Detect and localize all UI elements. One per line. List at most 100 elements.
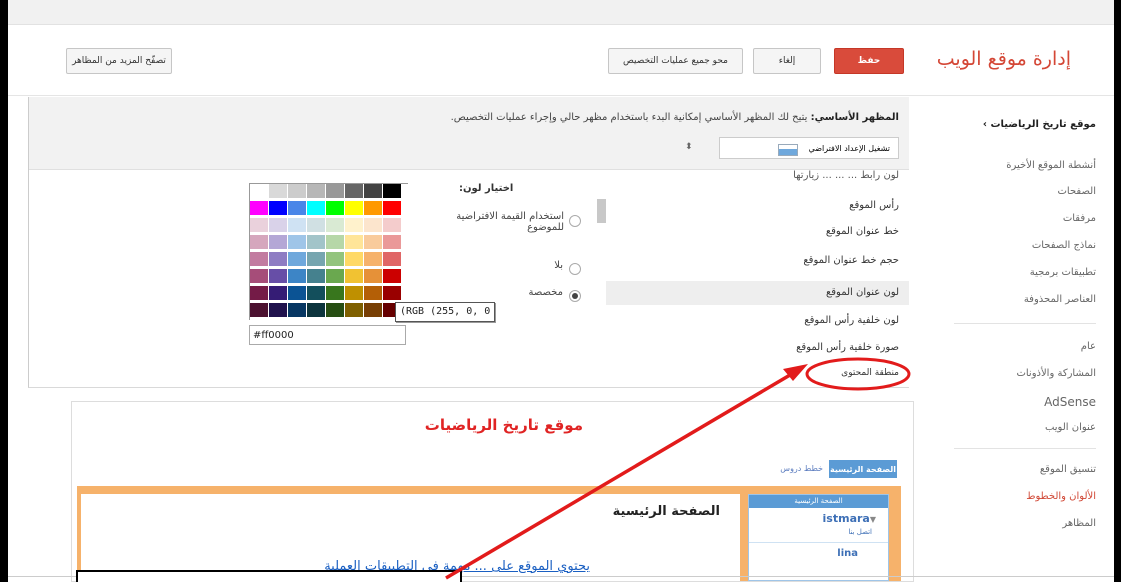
palette-swatch[interactable] [307,235,326,250]
palette-swatch[interactable] [345,286,364,301]
palette-swatch[interactable] [326,252,345,267]
palette-swatch[interactable] [307,286,326,301]
preview-tab-home[interactable]: الصفحة الرئيسية [829,460,897,478]
palette-swatch[interactable] [383,235,402,250]
preview-tab-lessons[interactable]: خطط دروس [780,464,823,473]
palette-swatch[interactable] [383,286,402,301]
browse-themes-button[interactable]: تصفّح المزيد من المظاهر [66,48,172,74]
option-header-bg-image[interactable]: صورة خلفية رأس الموقع [796,342,899,353]
palette-swatch[interactable] [307,269,326,284]
cancel-button[interactable]: إلغاء [753,48,821,74]
palette-swatch[interactable] [269,201,288,216]
save-button[interactable]: حفظ [834,48,904,74]
option-site-title-color[interactable]: لون عنوان الموقع [826,287,899,298]
option-content-area[interactable]: منطقة المحتوى [841,368,899,378]
sidebar-site-link[interactable]: ‹ موقع تاريخ الرياضيات [954,119,1096,130]
sidebar-item-attachments[interactable]: مرفقات [954,213,1096,224]
palette-swatch[interactable] [345,184,364,199]
clear-customizations-button[interactable]: محو جميع عمليات التخصيص [608,48,743,74]
option-header-bg-color[interactable]: لون خلفية رأس الموقع [804,315,899,326]
palette-swatch[interactable] [250,286,269,301]
radio-custom[interactable] [569,290,581,302]
sidebar-item-general[interactable]: عام [954,341,1096,352]
option-visited-link-color[interactable]: لون رابط ... ... ... زيارتها [793,170,899,181]
sidebar-item-pages[interactable]: الصفحات [954,186,1096,197]
sidebar-item-colors-fonts[interactable]: الألوان والخطوط [954,491,1096,502]
palette-swatch[interactable] [364,201,383,216]
option-site-title-size[interactable]: حجم خط عنوان الموقع [803,255,899,266]
sidebar-item-deleted-items[interactable]: العناصر المحذوفة [954,294,1096,305]
sidebar-item-site-layout[interactable]: تنسيق الموقع [954,464,1096,475]
palette-swatch[interactable] [288,184,307,199]
palette-swatch[interactable] [364,269,383,284]
palette-swatch[interactable] [288,252,307,267]
palette-swatch[interactable] [269,269,288,284]
palette-swatch[interactable] [383,201,402,216]
radio-none[interactable] [569,263,581,275]
palette-swatch[interactable] [307,218,326,233]
palette-swatch[interactable] [326,269,345,284]
palette-swatch[interactable] [269,218,288,233]
sidebar-item-apps-scripts[interactable]: تطبيقات برمجية [954,267,1096,278]
palette-swatch[interactable] [250,303,269,318]
sidebar-item-themes[interactable]: المظاهر [954,518,1096,529]
palette-swatch[interactable] [364,184,383,199]
palette-swatch[interactable] [288,303,307,318]
palette-swatch[interactable] [307,303,326,318]
palette-swatch[interactable] [326,201,345,216]
palette-swatch[interactable] [269,286,288,301]
sidebar-item-recent-activity[interactable]: أنشطة الموقع الأخيرة [954,160,1096,171]
color-palette[interactable] [249,183,408,320]
palette-swatch[interactable] [364,303,383,318]
options-scrollbar[interactable] [597,199,606,223]
palette-swatch[interactable] [345,218,364,233]
option-site-title-font[interactable]: خط عنوان الموقع [826,226,899,237]
palette-swatch[interactable] [288,218,307,233]
palette-swatch[interactable] [383,184,402,199]
palette-swatch[interactable] [269,235,288,250]
palette-swatch[interactable] [345,269,364,284]
palette-swatch[interactable] [250,269,269,284]
palette-swatch[interactable] [307,184,326,199]
palette-swatch[interactable] [307,201,326,216]
palette-swatch[interactable] [288,286,307,301]
option-site-header[interactable]: رأس الموقع [849,200,899,211]
palette-swatch[interactable] [364,286,383,301]
palette-swatch[interactable] [250,252,269,267]
sidebar-item-adsense[interactable]: AdSense [954,395,1096,409]
radio-default[interactable] [569,215,581,227]
theme-select[interactable]: تشغيل الإعداد الافتراضي ⬍ [685,137,899,159]
palette-swatch[interactable] [250,235,269,250]
palette-swatch[interactable] [269,252,288,267]
palette-swatch[interactable] [250,201,269,216]
sidebar-item-sharing[interactable]: المشاركة والأذونات [954,368,1096,379]
palette-swatch[interactable] [250,184,269,199]
preview-sidebar-contact[interactable]: اتصل بنا [848,528,872,536]
palette-swatch[interactable] [326,218,345,233]
palette-swatch[interactable] [307,252,326,267]
palette-swatch[interactable] [364,218,383,233]
palette-swatch[interactable] [345,252,364,267]
palette-swatch[interactable] [288,269,307,284]
preview-sidebar-user[interactable]: istmara▼ [823,512,876,525]
palette-swatch[interactable] [345,201,364,216]
palette-swatch[interactable] [269,303,288,318]
palette-swatch[interactable] [345,235,364,250]
palette-swatch[interactable] [250,218,269,233]
palette-swatch[interactable] [326,303,345,318]
palette-swatch[interactable] [326,235,345,250]
palette-swatch[interactable] [383,252,402,267]
palette-swatch[interactable] [383,218,402,233]
palette-swatch[interactable] [288,201,307,216]
preview-sidebar-user2[interactable]: lina [837,548,858,559]
palette-swatch[interactable] [288,235,307,250]
palette-swatch[interactable] [326,286,345,301]
palette-swatch[interactable] [383,269,402,284]
palette-swatch[interactable] [345,303,364,318]
sidebar-item-page-templates[interactable]: نماذج الصفحات [954,240,1096,251]
palette-swatch[interactable] [364,235,383,250]
hex-color-input[interactable]: #ff0000 [249,325,406,345]
palette-swatch[interactable] [269,184,288,199]
sidebar-item-web-address[interactable]: عنوان الويب [954,422,1096,433]
palette-swatch[interactable] [364,252,383,267]
